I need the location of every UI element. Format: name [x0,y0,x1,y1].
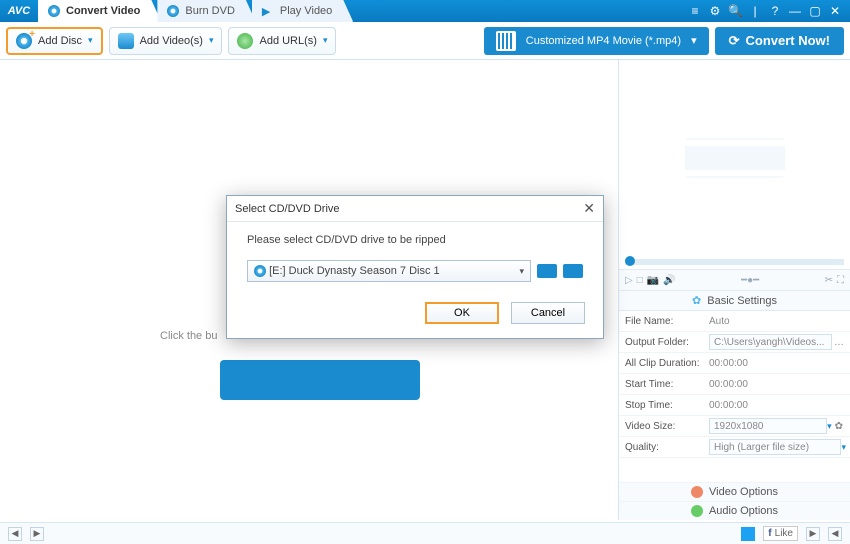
disc-icon [48,5,60,17]
header-label: Video Options [709,486,778,498]
snapshot-icon[interactable]: 📷 [647,275,659,286]
empty-hint: Click the bu [160,330,217,342]
side-panel: ▷ □ 📷 🔊 ━●━ ✂ ⛶ ✿ Basic Settings File Nam… [618,60,850,520]
volume-slider[interactable]: ━●━ [741,275,759,286]
button-label: Add Disc [38,35,82,47]
maximize-icon[interactable]: ▢ [808,4,822,18]
tab-label: Play Video [280,5,332,17]
fullscreen-icon[interactable]: ⛶ [837,275,844,286]
window-controls: ≡ ⚙ 🔍 | ? — ▢ ✕ [688,4,850,18]
gear-icon[interactable]: ⚙ [708,4,722,18]
preview-pane [619,60,850,255]
tab-play-video[interactable]: ▶ Play Video [252,0,353,22]
cancel-button[interactable]: Cancel [511,302,585,324]
globe-icon [237,33,253,49]
output-folder-field[interactable]: C:\Users\yangh\Videos... [709,334,832,350]
minimize-icon[interactable]: — [788,4,802,18]
chevron-down-icon: ▾ [323,35,328,46]
disc-plus-icon [16,33,32,49]
reset-icon[interactable]: ✿ [832,421,846,432]
select-drive-dialog: Select CD/DVD Drive ✕ Please select CD/DV… [226,195,604,339]
add-videos-button[interactable]: Add Video(s) ▾ [109,27,223,55]
filmstrip-icon [685,128,785,188]
drive-label: [E:] Duck Dynasty Season 7 Disc 1 [269,265,440,277]
gear-icon: ✿ [692,294,701,307]
button-label: Add URL(s) [259,35,316,47]
tab-burn-dvd[interactable]: Burn DVD [157,0,256,22]
chevron-down-icon: ▾ [691,34,697,47]
video-options-header[interactable]: Video Options [619,482,850,501]
setting-stop-time: Stop Time:00:00:00 [619,395,850,416]
hint-button-partial [220,360,420,400]
header-label: Basic Settings [707,295,777,307]
help-icon[interactable]: ? [768,4,782,18]
setting-start-time: Start Time:00:00:00 [619,374,850,395]
refresh-drive-icon[interactable] [563,264,583,278]
eject-icon[interactable] [537,264,557,278]
film-icon [496,31,516,51]
output-format-selector[interactable]: Customized MP4 Movie (*.mp4) ▾ [484,27,709,55]
play-icon[interactable]: ▷ [625,275,633,286]
dialog-title: Select CD/DVD Drive [235,203,340,215]
status-bar: ◀ ▶ fLike ▶ ◀ [0,522,850,544]
quality-select[interactable]: High (Larger file size) [709,439,841,455]
tab-label: Burn DVD [185,5,235,17]
convert-now-button[interactable]: ⟳ Convert Now! [715,27,844,55]
add-urls-button[interactable]: Add URL(s) ▾ [228,27,336,55]
setting-video-size: Video Size:1920x1080▾✿ [619,416,850,437]
disc-icon [167,5,179,17]
search-icon[interactable]: 🔍 [728,4,742,18]
dialog-titlebar: Select CD/DVD Drive ✕ [227,196,603,222]
refresh-icon: ⟳ [729,33,740,49]
chevron-down-icon: ▾ [209,35,214,46]
format-label: Customized MP4 Movie (*.mp4) [526,35,681,47]
expand-right-icon[interactable]: ◀ [828,527,842,541]
button-label: Convert Now! [746,33,831,48]
expand-left-icon[interactable]: ▶ [806,527,820,541]
main-tabs: Convert Video Burn DVD ▶ Play Video [38,0,349,22]
cut-icon[interactable]: ✂ [825,275,833,286]
volume-icon[interactable]: 🔊 [663,275,675,286]
close-icon[interactable]: ✕ [828,4,842,18]
menu-icon[interactable]: ≡ [688,4,702,18]
play-icon: ▶ [262,5,274,17]
app-logo: AVC [0,5,38,17]
browse-icon[interactable]: … [832,337,846,348]
chevron-down-icon: ▾ [88,35,93,46]
setting-quality: Quality:High (Larger file size)▾ [619,437,850,458]
title-bar: AVC Convert Video Burn DVD ▶ Play Video ≡… [0,0,850,22]
audio-options-header[interactable]: Audio Options [619,501,850,520]
twitter-icon[interactable] [741,527,755,541]
video-size-select[interactable]: 1920x1080 [709,418,827,434]
audio-icon [691,505,703,517]
player-controls: ▷ □ 📷 🔊 ━●━ ✂ ⛶ [619,269,850,291]
facebook-like-button[interactable]: fLike [763,526,798,541]
ok-button[interactable]: OK [425,302,499,324]
button-label: Add Video(s) [140,35,203,47]
disc-icon [254,265,266,277]
video-icon [691,486,703,498]
like-label: Like [775,528,793,539]
stop-icon[interactable]: □ [637,275,643,286]
progress-thumb[interactable] [625,256,635,266]
setting-file-name: File Name:Auto [619,311,850,332]
drive-select[interactable]: [E:] Duck Dynasty Season 7 Disc 1 ▾ [247,260,531,282]
next-icon[interactable]: ▶ [30,527,44,541]
playback-progress[interactable] [625,259,844,265]
tab-convert-video[interactable]: Convert Video [38,0,161,22]
prev-icon[interactable]: ◀ [8,527,22,541]
chevron-down-icon: ▾ [519,266,524,277]
close-icon[interactable]: ✕ [583,200,595,217]
tab-label: Convert Video [66,5,140,17]
chevron-down-icon[interactable]: ▾ [841,442,846,453]
add-disc-button[interactable]: Add Disc ▾ [6,27,103,55]
divider: | [748,4,762,18]
setting-output-folder: Output Folder:C:\Users\yangh\Videos...… [619,332,850,353]
setting-clip-duration: All Clip Duration:00:00:00 [619,353,850,374]
basic-settings-header: ✿ Basic Settings [619,291,850,311]
dialog-prompt: Please select CD/DVD drive to be ripped [247,234,583,246]
toolbar: Add Disc ▾ Add Video(s) ▾ Add URL(s) ▾ Cust… [0,22,850,60]
clip-icon [118,33,134,49]
header-label: Audio Options [709,505,778,517]
